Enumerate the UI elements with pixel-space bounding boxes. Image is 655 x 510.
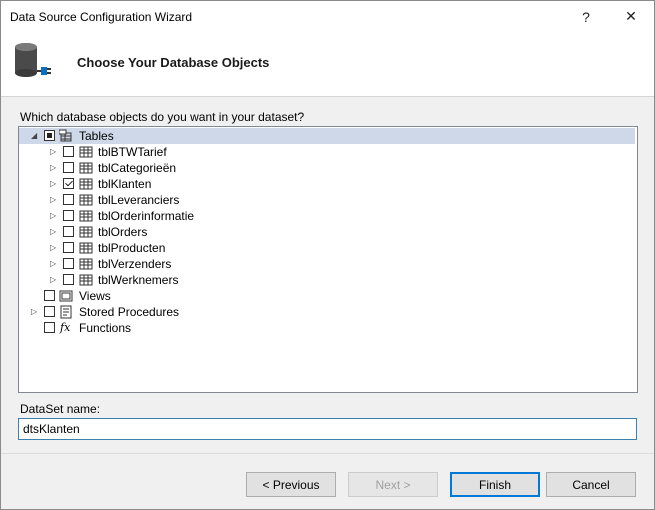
tree-item-table[interactable]: ▷ tblOrders (19, 224, 635, 240)
table-checkbox[interactable] (63, 178, 74, 189)
next-button[interactable]: Next > (348, 472, 438, 497)
table-checkbox[interactable] (63, 258, 74, 269)
window-title: Data Source Configuration Wizard (10, 10, 193, 24)
tree-item-label: Tables (79, 129, 114, 143)
close-button[interactable]: ✕ (609, 1, 653, 32)
table-checkbox[interactable] (63, 226, 74, 237)
expand-arrow-icon[interactable]: ▷ (50, 147, 58, 157)
expand-arrow-icon[interactable]: ▷ (50, 275, 58, 285)
database-plug-icon (15, 43, 51, 77)
table-icon (79, 194, 93, 206)
tree-item-label: tblWerknemers (98, 273, 179, 287)
views-checkbox[interactable] (44, 290, 55, 301)
expand-arrow-icon[interactable]: ▷ (50, 179, 58, 189)
tables-folder-icon (59, 129, 72, 142)
wizard-header: Choose Your Database Objects (1, 32, 654, 96)
title-bar: Data Source Configuration Wizard ? ✕ (1, 1, 654, 32)
table-icon (79, 178, 93, 190)
tree-item-label: tblKlanten (98, 177, 152, 191)
tree-item-functions[interactable]: fx Functions (19, 320, 635, 336)
tree-item-table[interactable]: ▷ tblCategorieën (19, 160, 635, 176)
table-icon (79, 210, 93, 222)
objects-question-label: Which database objects do you want in yo… (20, 110, 305, 124)
expand-arrow-icon[interactable]: ▷ (50, 195, 58, 205)
table-icon (79, 242, 93, 254)
tree-item-table[interactable]: ▷ tblVerzenders (19, 256, 635, 272)
tree-item-label: tblLeveranciers (98, 193, 180, 207)
stored-procedure-icon (60, 305, 72, 319)
table-icon (79, 274, 93, 286)
tree-item-table[interactable]: ▷ tblKlanten (19, 176, 635, 192)
tree-item-label: tblVerzenders (98, 257, 172, 271)
tree-item-table[interactable]: ▷ tblBTWTarief (19, 144, 635, 160)
table-checkbox[interactable] (63, 242, 74, 253)
header-divider (1, 96, 654, 97)
dataset-name-input[interactable] (18, 418, 637, 440)
table-icon (79, 146, 93, 158)
page-heading: Choose Your Database Objects (77, 55, 270, 70)
table-checkbox[interactable] (63, 274, 74, 285)
tree-item-table[interactable]: ▷ tblOrderinformatie (19, 208, 635, 224)
tree-item-label: tblCategorieën (98, 161, 177, 175)
table-checkbox[interactable] (63, 194, 74, 205)
cancel-button[interactable]: Cancel (546, 472, 636, 497)
tree-item-stored-procedures[interactable]: ▷ Stored Procedures (19, 304, 635, 320)
table-checkbox[interactable] (63, 162, 74, 173)
table-icon (79, 226, 93, 238)
table-checkbox[interactable] (63, 146, 74, 157)
tree-item-label: tblBTWTarief (98, 145, 167, 159)
tree-item-table[interactable]: ▷ tblWerknemers (19, 272, 635, 288)
stored-procedures-checkbox[interactable] (44, 306, 55, 317)
tree-item-label: Stored Procedures (79, 305, 180, 319)
database-objects-tree[interactable]: ◢ Tables ▷ tblBTWTarief ▷ tblCategorieën ▷ tb… (18, 126, 638, 393)
functions-checkbox[interactable] (44, 322, 55, 333)
previous-button[interactable]: < Previous (246, 472, 336, 497)
collapse-arrow-icon[interactable]: ◢ (31, 131, 39, 141)
expand-arrow-icon[interactable]: ▷ (50, 259, 58, 269)
tree-item-label: tblOrderinformatie (98, 209, 195, 223)
tree-item-table[interactable]: ▷ tblProducten (19, 240, 635, 256)
expand-arrow-icon[interactable]: ▷ (50, 211, 58, 221)
table-icon (79, 162, 93, 174)
table-checkbox[interactable] (63, 210, 74, 221)
expand-arrow-icon[interactable]: ▷ (31, 307, 39, 317)
dataset-name-label: DataSet name: (20, 402, 101, 416)
tree-item-label: Functions (79, 321, 132, 335)
expand-arrow-icon[interactable]: ▷ (50, 243, 58, 253)
expand-arrow-icon[interactable]: ▷ (50, 163, 58, 173)
tree-item-label: Views (79, 289, 111, 303)
table-icon (79, 258, 93, 270)
tree-item-label: tblProducten (98, 241, 166, 255)
function-icon: fx (60, 321, 71, 334)
help-button[interactable]: ? (564, 1, 608, 32)
tree-item-label: tblOrders (98, 225, 148, 239)
footer-divider (1, 453, 654, 454)
wizard-window: Data Source Configuration Wizard ? ✕ Cho… (0, 0, 655, 510)
expand-arrow-icon[interactable]: ▷ (50, 227, 58, 237)
tables-checkbox[interactable] (44, 130, 55, 141)
tree-item-table[interactable]: ▷ tblLeveranciers (19, 192, 635, 208)
tree-item-tables[interactable]: ◢ Tables (19, 128, 635, 144)
finish-button[interactable]: Finish (450, 472, 540, 497)
view-icon (59, 290, 73, 302)
tree-item-views[interactable]: Views (19, 288, 635, 304)
